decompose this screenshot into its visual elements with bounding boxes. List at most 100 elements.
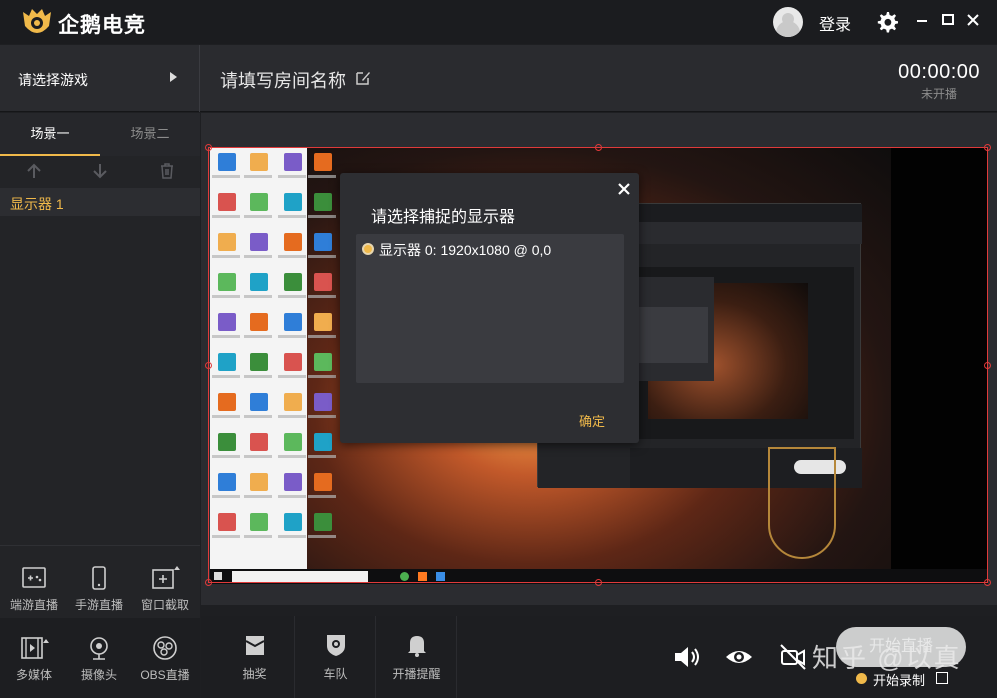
desktop-icon-caption [244, 375, 272, 378]
source-toolbar [0, 158, 200, 186]
desktop-icon-caption [244, 175, 272, 178]
desktop-icon [218, 193, 236, 211]
desktop-icon [250, 393, 268, 411]
add-source-label: 手游直播 [74, 598, 123, 612]
login-button[interactable]: 登录 [819, 11, 851, 35]
app-window: 企鹅电竞 登录 请选择游戏 请填写房间名称 00:00:00 未开播 场景一 场… [0, 0, 997, 698]
eye-icon[interactable] [724, 642, 754, 672]
add-window-capture-button[interactable]: 窗口截取 [132, 565, 198, 621]
record-radio-icon[interactable] [856, 673, 867, 684]
title-bar: 企鹅电竞 登录 [0, 0, 997, 44]
taskbar-search [232, 571, 368, 582]
desktop-icon-caption [244, 255, 272, 258]
lottery-button[interactable]: 抽奖 [215, 616, 295, 698]
desktop-icon-caption [244, 215, 272, 218]
app-brand: 企鹅电竞 [58, 14, 146, 37]
desktop-icon [284, 433, 302, 451]
add-source-label: 窗口截取 [140, 598, 189, 612]
desktop-icon-caption [308, 255, 336, 258]
desktop-icon [284, 153, 302, 171]
tab-scene-2[interactable]: 场景二 [100, 113, 200, 156]
record-settings-icon[interactable] [936, 672, 948, 684]
bell-icon [407, 636, 426, 657]
desktop-icon [284, 353, 302, 371]
desktop-icon [218, 353, 236, 371]
avatar[interactable] [773, 7, 803, 37]
desktop-icon [314, 273, 332, 291]
desktop-icon-caption [278, 535, 306, 538]
desktop-icon [284, 393, 302, 411]
desktop-icon [284, 313, 302, 331]
arrow-down-icon[interactable] [91, 162, 109, 180]
scene-tabs: 场景一 场景二 [0, 113, 200, 156]
source-item-display-1[interactable]: 显示器 1 [0, 188, 200, 216]
minimize-icon [917, 20, 927, 22]
camera-off-icon[interactable] [778, 642, 808, 672]
desktop-icon-caption [244, 295, 272, 298]
maximize-button[interactable] [937, 9, 959, 31]
add-pc-game-button[interactable]: 端游直播 [1, 565, 67, 621]
desktop-icon [250, 473, 268, 491]
desktop-icon [218, 233, 236, 251]
desktop-icon [314, 353, 332, 371]
desktop-icon-caption [278, 295, 306, 298]
desktop-icon-caption [278, 495, 306, 498]
radio-selected-icon[interactable] [362, 243, 374, 255]
add-source-label: 端游直播 [9, 598, 58, 612]
game-selector[interactable]: 请选择游戏 [0, 45, 200, 112]
desktop-icon [250, 313, 268, 331]
desktop-icon-caption [212, 415, 240, 418]
desktop-icon [250, 153, 268, 171]
desktop-icon [218, 313, 236, 331]
desktop-icon-caption [212, 375, 240, 378]
desktop-icon-caption [308, 455, 336, 458]
desktop-icon [218, 393, 236, 411]
desktop-icon-caption [308, 375, 336, 378]
reminder-button[interactable]: 开播提醒 [377, 616, 457, 698]
desktop-icon-caption [244, 495, 272, 498]
display-option[interactable]: 显示器 0: 1920x1080 @ 0,0 [356, 240, 624, 260]
close-button[interactable] [962, 9, 984, 31]
desktop-icon-caption [212, 175, 240, 178]
reminder-label: 开播提醒 [392, 667, 441, 681]
gamepad-icon [22, 567, 46, 588]
tab-scene-1[interactable]: 场景一 [0, 113, 100, 156]
volume-icon[interactable] [671, 642, 701, 672]
minimize-button[interactable] [911, 9, 933, 31]
shield-icon [326, 635, 345, 656]
desktop-taskbar [210, 569, 988, 584]
gear-icon[interactable] [875, 10, 899, 34]
add-obs-button[interactable]: OBS直播 [132, 635, 198, 691]
team-label: 车队 [323, 667, 348, 681]
desktop-icon [218, 513, 236, 531]
divider [0, 545, 200, 546]
desktop-icon [314, 233, 332, 251]
dialog-close-button[interactable] [617, 177, 631, 201]
wallpaper-edge [891, 147, 988, 584]
start-record-label[interactable]: 开始录制 [873, 670, 925, 689]
nested-dialog [630, 277, 714, 381]
confirm-button[interactable]: 确定 [579, 411, 605, 430]
team-button[interactable]: 车队 [296, 616, 376, 698]
desktop-icon [250, 353, 268, 371]
desktop-icon-caption [212, 535, 240, 538]
room-name-input[interactable]: 请填写房间名称 [220, 67, 346, 93]
desktop-icon [284, 233, 302, 251]
desktop-icon-caption [212, 295, 240, 298]
dialog-title: 请选择捕捉的显示器 [371, 209, 516, 226]
trash-icon[interactable] [158, 162, 176, 180]
scene-panel: 场景一 场景二 显示器 1 端游直播 手游直播 窗口截取 多媒体 摄像头 OBS… [0, 113, 200, 698]
add-webcam-button[interactable]: 摄像头 [66, 635, 132, 691]
desktop-icon [284, 193, 302, 211]
desktop-icon-caption [308, 415, 336, 418]
arrow-up-icon[interactable] [25, 162, 43, 180]
film-icon [21, 637, 49, 659]
desktop-icon [250, 273, 268, 291]
add-mobile-game-button[interactable]: 手游直播 [66, 565, 132, 621]
edit-icon[interactable] [355, 70, 371, 86]
add-media-button[interactable]: 多媒体 [1, 635, 67, 691]
desktop-icon [314, 393, 332, 411]
desktop-icon-caption [278, 255, 306, 258]
desktop-icon [218, 153, 236, 171]
desktop-icon [218, 273, 236, 291]
